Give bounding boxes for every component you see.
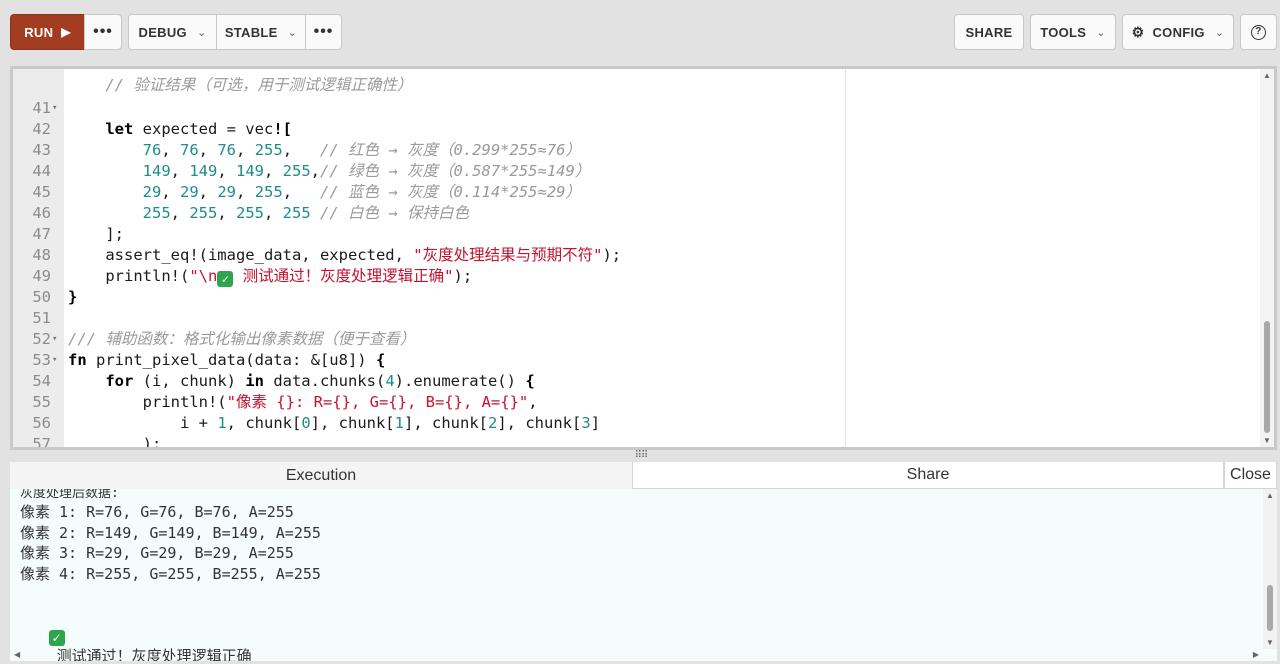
more-dots-icon: ••• bbox=[313, 23, 334, 40]
scrollbar-thumb[interactable] bbox=[1264, 321, 1270, 433]
code-line: 47 assert_eq!(image_data, expected, "灰度处… bbox=[32, 225, 622, 264]
code-line: 53 ▾ for (i, chunk) in data.chunks(4).enu… bbox=[32, 351, 535, 390]
scroll-left-arrow-icon[interactable]: ◀ bbox=[14, 650, 20, 659]
code-line: 43 149, 149, 149, 255,// 绿色 → 灰度（0.587*2… bbox=[32, 141, 591, 180]
tools-dropdown[interactable]: TOOLS ⌄ bbox=[1030, 14, 1116, 50]
question-circle-icon: ? bbox=[1251, 24, 1266, 40]
code-line: 42 76, 76, 76, 255, // 红色 → 灰度（0.299*255… bbox=[32, 120, 581, 159]
code-line: 57 } bbox=[32, 435, 51, 450]
code-line: 54 println!("像素 {}: R={}, G={}, B={}, A=… bbox=[32, 372, 538, 411]
scroll-down-arrow-icon[interactable]: ▼ bbox=[1263, 436, 1271, 445]
output-line: 像素 1: R=76, G=76, B=76, A=255 bbox=[20, 503, 294, 521]
chevron-down-icon: ⌄ bbox=[1096, 26, 1106, 39]
more-dots-icon: ••• bbox=[93, 23, 113, 40]
config-dropdown[interactable]: ⚙ CONFIG ⌄ bbox=[1122, 14, 1234, 50]
code-line: 48 println!("\n ✓ 测试通过！灰度处理逻辑正确"); bbox=[32, 246, 473, 287]
code-line: 46 ]; bbox=[32, 204, 124, 243]
code-line: 52 ▾ fn print_pixel_data(data: &[u8]) { bbox=[32, 330, 386, 369]
code-line: 41 ▾ let expected = vec![ bbox=[32, 99, 292, 138]
code-line: // 验证结果（可选，用于测试逻辑正确性） bbox=[68, 76, 413, 94]
scroll-up-arrow-icon[interactable]: ▲ bbox=[1266, 491, 1274, 500]
output-line: 像素 3: R=29, G=29, B=29, A=255 bbox=[20, 544, 294, 562]
check-icon: ✓ bbox=[48, 630, 65, 646]
tab-share-label: Share bbox=[906, 466, 950, 483]
config-label: CONFIG bbox=[1152, 24, 1205, 40]
chevron-down-icon: ⌄ bbox=[196, 26, 207, 39]
share-button[interactable]: SHARE bbox=[954, 14, 1024, 50]
debug-dropdown[interactable]: DEBUG ⌄ bbox=[128, 14, 217, 50]
code-editor[interactable]: // 验证结果（可选，用于测试逻辑正确性） 41 ▾ let expected =… bbox=[10, 66, 1277, 450]
run-more-button[interactable]: ••• bbox=[84, 14, 122, 50]
more-options-button[interactable]: ••• bbox=[305, 14, 342, 50]
tab-execution-label: Execution bbox=[285, 466, 357, 484]
result-line: ✓ 测试通过！灰度处理逻辑正确 bbox=[20, 604, 252, 661]
output-scrollbar[interactable]: ▲ ▼ bbox=[1263, 489, 1277, 649]
code-line: 56 ); bbox=[32, 414, 162, 450]
code-line: 45 255, 255, 255, 255 // 白色 → 保持白色 bbox=[32, 183, 470, 222]
stable-dropdown[interactable]: STABLE ⌄ bbox=[216, 14, 306, 50]
code-line: 55 i + 1, chunk[0], chunk[1], chunk[2], … bbox=[32, 393, 601, 432]
code-line: 58 } bbox=[13, 434, 1274, 447]
play-icon: ▶ bbox=[61, 25, 71, 39]
scrollbar-thumb[interactable] bbox=[1267, 585, 1273, 631]
stable-label: STABLE bbox=[224, 24, 278, 40]
scroll-right-arrow-icon[interactable]: ▶ bbox=[1253, 650, 1259, 659]
tools-label: TOOLS bbox=[1040, 24, 1087, 40]
chevron-down-icon: ⌄ bbox=[287, 26, 298, 39]
run-button[interactable]: RUN ▶ bbox=[10, 14, 85, 50]
code-line: 50 bbox=[32, 288, 51, 306]
gear-icon: ⚙ bbox=[1131, 23, 1145, 40]
tab-share[interactable]: Share bbox=[632, 462, 1224, 489]
scroll-up-arrow-icon[interactable]: ▲ bbox=[1263, 71, 1271, 80]
scroll-down-arrow-icon[interactable]: ▼ bbox=[1266, 638, 1274, 647]
close-label: Close bbox=[1230, 466, 1271, 483]
code-line: 49 } bbox=[32, 267, 78, 306]
chevron-down-icon: ⌄ bbox=[1214, 26, 1225, 39]
output-horizontal-scrollbar[interactable]: ◀ ▶ bbox=[10, 649, 1263, 661]
output-line: 像素 4: R=255, G=255, B=255, A=255 bbox=[20, 565, 321, 583]
editor-scrollbar[interactable]: ▲ ▼ bbox=[1260, 69, 1274, 447]
debug-label: DEBUG bbox=[138, 24, 187, 40]
code-line: 51 /// 辅助函数：格式化输出像素数据（便于查看） bbox=[32, 309, 416, 348]
help-button[interactable]: ? bbox=[1240, 14, 1277, 50]
share-label: SHARE bbox=[965, 24, 1013, 40]
execution-output: 灰度处理后数据: 像素 1: R=76, G=76, B=76, A=255 像… bbox=[10, 489, 1277, 661]
tab-execution[interactable]: Execution bbox=[10, 462, 632, 489]
code-line: 44 29, 29, 29, 255, // 蓝色 → 灰度（0.114*255… bbox=[32, 162, 581, 201]
close-button[interactable]: Close bbox=[1224, 462, 1277, 489]
toolbar: RUN ▶ ••• DEBUG ⌄ STABLE ⌄ ••• SHARE TOO… bbox=[0, 0, 1280, 62]
output-line: 像素 2: R=149, G=149, B=149, A=255 bbox=[20, 524, 321, 542]
resize-handle-icon[interactable]: ⠿⠿ bbox=[632, 451, 650, 461]
output-panel: Execution Share Close 灰度处理后数据: 像素 1: R=7… bbox=[10, 462, 1277, 661]
run-label: RUN bbox=[24, 24, 54, 40]
